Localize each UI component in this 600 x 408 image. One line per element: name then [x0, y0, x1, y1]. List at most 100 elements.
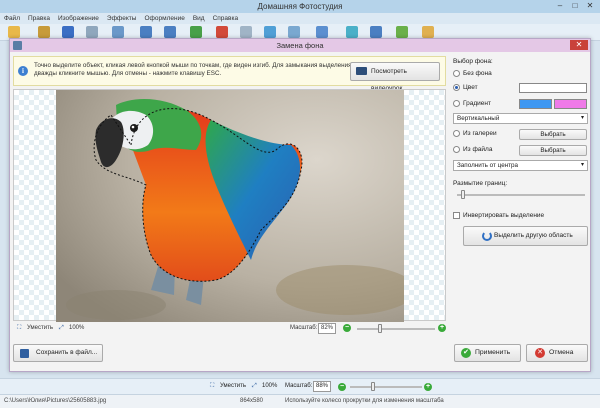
option-no-background[interactable]: Без фона	[451, 68, 588, 80]
gradient-color-2-swatch[interactable]	[554, 99, 587, 109]
refresh-icon	[482, 231, 492, 241]
main-zoom-in-icon[interactable]: +	[424, 383, 432, 391]
cancel-label: Отмена	[549, 349, 574, 356]
color-swatch[interactable]	[519, 83, 587, 93]
frame-icon[interactable]	[240, 26, 252, 38]
video-tutorial-button[interactable]: Посмотреть видеоурок	[350, 62, 440, 92]
fill-mode-value: Заполнить от центра	[457, 162, 519, 169]
scale-value[interactable]: 82%	[318, 323, 336, 334]
option-color[interactable]: Цвет	[451, 82, 588, 94]
main-scale-slider-track[interactable]	[350, 386, 422, 388]
radio-color[interactable]	[453, 84, 460, 91]
choose-gallery-button[interactable]: Выбрать	[519, 129, 587, 140]
invert-checkbox[interactable]	[453, 212, 460, 219]
dialog-app-icon	[13, 41, 22, 50]
redo-icon[interactable]	[164, 26, 176, 38]
blur-slider-track[interactable]	[457, 194, 585, 196]
collage-icon[interactable]	[288, 26, 300, 38]
app-title: Домашняя Фотостудия	[257, 2, 343, 11]
apply-button[interactable]: ✔ Применить	[454, 344, 521, 362]
fill-mode-select[interactable]: Заполнить от центра ▾	[453, 160, 588, 171]
text-icon[interactable]	[190, 26, 202, 38]
no-background-label: Без фона	[463, 70, 492, 77]
scale-label: Масштаб:	[290, 325, 318, 331]
copy-icon[interactable]	[112, 26, 124, 38]
background-section-title: Выбор фона:	[453, 58, 493, 65]
mail-icon[interactable]	[422, 26, 434, 38]
main-scale-value[interactable]: 88%	[313, 381, 331, 392]
menu-help[interactable]: Справка	[209, 13, 243, 24]
menu-image[interactable]: Изображение	[54, 13, 103, 24]
minimize-icon[interactable]: –	[555, 2, 565, 11]
actual-size-icon[interactable]: ⤢	[59, 325, 64, 332]
hint-text: Точно выделите объект, кликая левой кноп…	[34, 62, 352, 77]
chevron-down-icon: ▾	[580, 115, 584, 121]
crop-icon[interactable]	[216, 26, 228, 38]
statusbar: C:\Users\Юлия\Pictures\25605883.jpg 864x…	[0, 394, 600, 408]
upload-icon[interactable]	[396, 26, 408, 38]
main-actual-size-icon[interactable]: ⤢	[252, 383, 257, 390]
main-zoom-bar: ⛶ Уместить ⤢ 100% Масштаб: 88% − +	[0, 378, 600, 394]
file-label: Из файла	[463, 146, 493, 153]
close-window-icon[interactable]: ✕	[585, 2, 595, 11]
main-scale-slider-thumb[interactable]	[371, 382, 376, 391]
zoom-out-icon[interactable]: −	[343, 324, 351, 332]
dialog-close-icon[interactable]: ✕	[570, 40, 588, 50]
print-icon[interactable]	[86, 26, 98, 38]
info-icon: i	[18, 66, 28, 76]
maximize-icon[interactable]: □	[570, 2, 580, 11]
blur-slider-thumb[interactable]	[461, 190, 466, 199]
picture-icon[interactable]	[264, 26, 276, 38]
gradient-color-1-swatch[interactable]	[519, 99, 552, 109]
option-gradient[interactable]: Градиент	[451, 98, 588, 110]
menu-design[interactable]: Оформление	[140, 13, 188, 24]
calendar-icon[interactable]	[346, 26, 358, 38]
save-icon[interactable]	[62, 26, 74, 38]
main-actual-size-label[interactable]: 100%	[262, 383, 277, 389]
gradient-label: Градиент	[463, 100, 491, 107]
image-canvas[interactable]	[13, 89, 446, 322]
scale-slider-thumb[interactable]	[378, 324, 383, 333]
menu-edit[interactable]: Правка	[24, 13, 54, 24]
fit-icon[interactable]: ⛶	[17, 325, 21, 332]
scale-slider-track[interactable]	[357, 328, 435, 330]
radio-gradient[interactable]	[453, 100, 460, 107]
undo-icon[interactable]	[140, 26, 152, 38]
select-other-area-label: Выделить другую область	[494, 232, 573, 239]
blur-label: Размытие границ:	[453, 180, 508, 187]
canvas-footer: ⛶ Уместить ⤢ 100% Масштаб: 82% − +	[13, 322, 446, 336]
choose-file-button[interactable]: Выбрать	[519, 145, 587, 156]
video-icon	[356, 67, 367, 75]
parrot-image	[56, 90, 404, 322]
hint-panel: i Точно выделите объект, кликая левой кн…	[13, 56, 446, 92]
card-icon[interactable]	[370, 26, 382, 38]
fit-label[interactable]: Уместить	[27, 325, 53, 331]
option-invert[interactable]: Инвертировать выделение	[451, 210, 588, 222]
cancel-button[interactable]: ✕ Отмена	[526, 344, 588, 362]
status-hint: Используйте колесо прокрутки для изменен…	[285, 398, 444, 404]
menu-effects[interactable]: Эффекты	[103, 13, 141, 24]
main-fit-label[interactable]: Уместить	[220, 383, 246, 389]
open-folder-icon[interactable]	[8, 26, 20, 38]
main-fit-icon[interactable]: ⛶	[210, 383, 214, 390]
main-zoom-out-icon[interactable]: −	[338, 383, 346, 391]
effects-icon[interactable]	[38, 26, 50, 38]
select-other-area-button[interactable]: Выделить другую область	[463, 226, 588, 246]
radio-file[interactable]	[453, 146, 460, 153]
paint-icon[interactable]	[316, 26, 328, 38]
parrot-photo[interactable]	[56, 90, 404, 322]
gradient-direction-select[interactable]: Вертикальный ▾	[453, 113, 588, 124]
main-scale-label: Масштаб:	[285, 383, 313, 389]
zoom-in-icon[interactable]: +	[438, 324, 446, 332]
floppy-icon	[20, 349, 29, 358]
menu-view[interactable]: Вид	[189, 13, 209, 24]
app-titlebar: Домашняя Фотостудия – □ ✕	[0, 0, 600, 13]
actual-size-label[interactable]: 100%	[69, 325, 84, 331]
apply-label: Применить	[475, 349, 511, 356]
radio-no-background[interactable]	[453, 70, 460, 77]
radio-gallery[interactable]	[453, 130, 460, 137]
save-to-file-button[interactable]: Сохранить в файл...	[13, 344, 103, 362]
save-to-file-label: Сохранить в файл...	[36, 349, 98, 356]
menu-file[interactable]: Файл	[0, 13, 24, 24]
background-options-panel: Выбор фона: Без фона Цвет Градиент Верти…	[451, 56, 588, 336]
